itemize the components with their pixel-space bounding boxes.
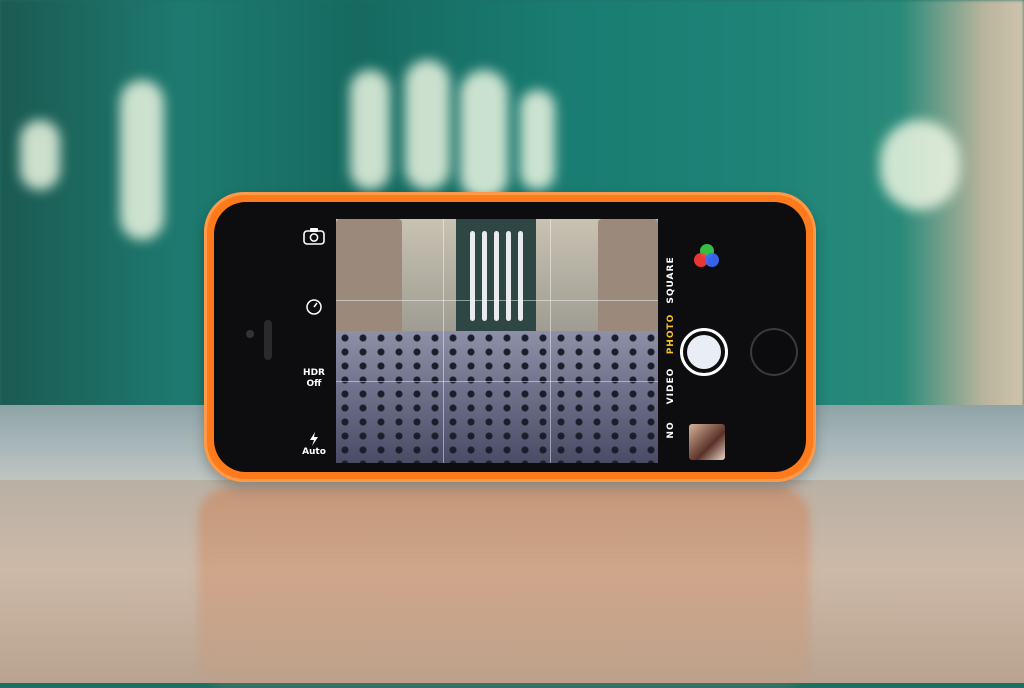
camera-viewfinder[interactable] [336, 219, 658, 463]
grid-line [443, 219, 444, 463]
gate-slot [494, 231, 499, 321]
filter-blue-dot [705, 253, 719, 267]
gate-slot [470, 231, 475, 321]
background-bokeh [405, 60, 450, 190]
grid-line [336, 381, 658, 382]
background-bokeh [520, 90, 555, 190]
home-button[interactable] [750, 328, 798, 376]
hdr-label: HDR [303, 368, 325, 378]
viewfinder-gate [456, 219, 536, 334]
timer-icon[interactable] [305, 298, 323, 316]
hdr-value: Off [306, 379, 322, 389]
background-bokeh [460, 70, 508, 200]
gate-slot [482, 231, 487, 321]
viewfinder-post-left [336, 219, 402, 339]
phone-reflection [198, 488, 810, 688]
mode-pano-partial[interactable]: NO [666, 387, 676, 473]
background-bokeh [120, 80, 164, 240]
gate-slot [518, 231, 523, 321]
background-bokeh [20, 120, 60, 190]
camera-mode-strip: SQUARE PHOTO VIDEO NO [658, 219, 684, 463]
background-bokeh [880, 120, 960, 210]
flash-label: Auto [302, 447, 326, 457]
camera-controls-strip: HDR Off Auto [294, 220, 334, 470]
front-camera [246, 330, 254, 338]
viewfinder-perforated-floor [336, 331, 658, 463]
viewfinder-post-right [598, 219, 658, 339]
grid-line [336, 300, 658, 301]
hdr-toggle[interactable]: HDR Off [294, 368, 334, 390]
camera-switch-icon[interactable] [302, 226, 326, 246]
lightning-icon [310, 432, 318, 446]
flash-toggle[interactable]: Auto [294, 432, 334, 458]
last-photo-thumbnail[interactable] [689, 424, 725, 460]
background-bokeh [350, 70, 390, 190]
filters-icon[interactable] [692, 244, 722, 274]
earpiece [264, 320, 272, 360]
shutter-button[interactable] [680, 328, 728, 376]
gate-slot [506, 231, 511, 321]
grid-line [550, 219, 551, 463]
shutter-inner [687, 335, 721, 369]
phone-body: HDR Off Auto SQUARE PHOTO VIDEO NO [214, 202, 806, 472]
phone-case: HDR Off Auto SQUARE PHOTO VIDEO NO [204, 192, 816, 482]
